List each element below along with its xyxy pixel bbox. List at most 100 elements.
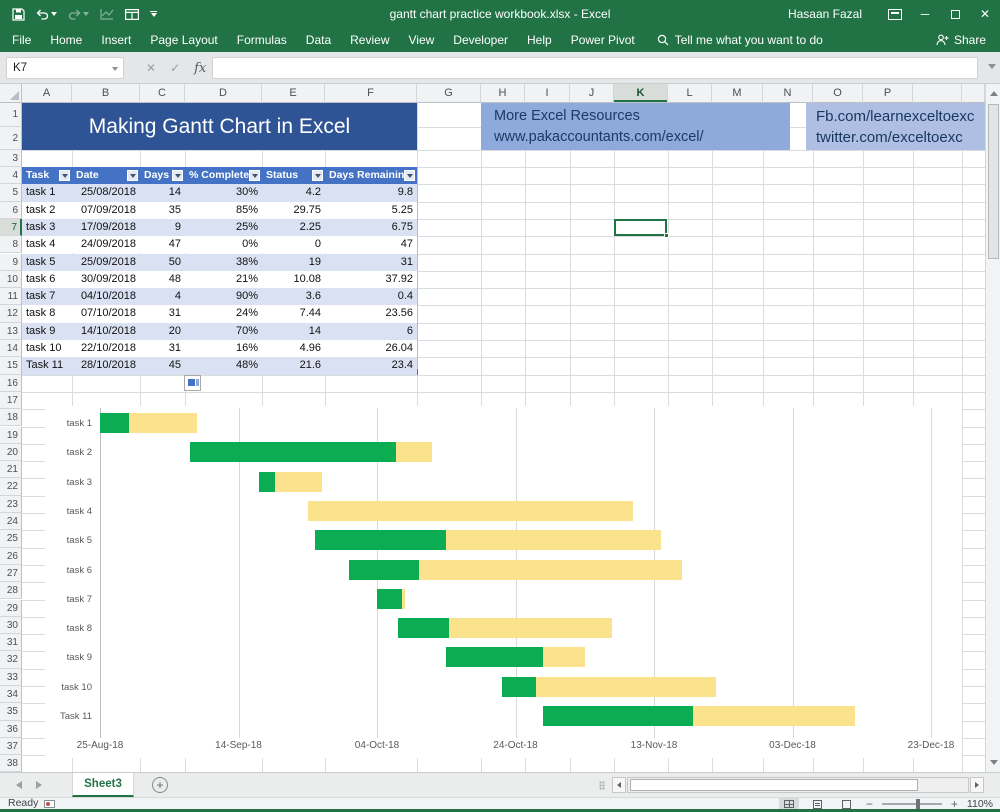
macro-record-icon[interactable] bbox=[44, 800, 55, 808]
table-cell[interactable]: 37.92 bbox=[325, 271, 417, 288]
row-header-35[interactable]: 35 bbox=[0, 703, 22, 720]
row-header-26[interactable]: 26 bbox=[0, 548, 22, 565]
sheet-nav-left-icon[interactable] bbox=[16, 781, 22, 789]
sheet-tab-sheet3[interactable]: Sheet3 bbox=[72, 773, 134, 797]
row-header-24[interactable]: 24 bbox=[0, 513, 22, 530]
gantt-bar-remaining[interactable] bbox=[446, 530, 661, 550]
formula-input[interactable] bbox=[212, 57, 978, 79]
tab-formulas[interactable]: Formulas bbox=[237, 33, 287, 47]
row-header-7[interactable]: 7 bbox=[0, 219, 22, 236]
table-cell[interactable]: 9 bbox=[140, 219, 185, 236]
row-header-19[interactable]: 19 bbox=[0, 427, 22, 444]
table-cell[interactable]: 14 bbox=[262, 323, 325, 340]
gantt-bar-remaining[interactable] bbox=[536, 677, 716, 697]
vertical-scroll-thumb[interactable] bbox=[988, 104, 999, 259]
gantt-bar-remaining[interactable] bbox=[396, 442, 432, 462]
row-header-2[interactable]: 2 bbox=[0, 127, 22, 150]
scrollbar-resize-dots[interactable] bbox=[599, 781, 605, 790]
row-header-9[interactable]: 9 bbox=[0, 254, 22, 271]
tab-view[interactable]: View bbox=[409, 33, 435, 47]
table-cell[interactable]: 21.6 bbox=[262, 357, 325, 374]
row-header-32[interactable]: 32 bbox=[0, 651, 22, 668]
row-header-30[interactable]: 30 bbox=[0, 617, 22, 634]
select-all-corner[interactable] bbox=[0, 84, 22, 103]
gantt-bar-complete[interactable] bbox=[543, 706, 693, 726]
facebook-link[interactable]: Fb.com/learnexceltoexc bbox=[816, 106, 985, 127]
table-cell[interactable]: 7.44 bbox=[262, 305, 325, 322]
zoom-slider-thumb[interactable] bbox=[916, 799, 920, 809]
tab-data[interactable]: Data bbox=[306, 33, 331, 47]
filter-dropdown-icon[interactable] bbox=[249, 170, 260, 181]
table-header-days[interactable]: Days bbox=[140, 167, 185, 184]
table-cell[interactable]: 85% bbox=[185, 202, 262, 219]
name-box-dropdown-icon[interactable] bbox=[112, 67, 118, 71]
table-cell[interactable]: 70% bbox=[185, 323, 262, 340]
table-cell[interactable]: 0 bbox=[262, 236, 325, 253]
tell-me-box[interactable]: Tell me what you want to do bbox=[657, 33, 823, 47]
insert-function-icon[interactable]: fx bbox=[194, 61, 206, 76]
row-header-27[interactable]: 27 bbox=[0, 565, 22, 582]
table-cell[interactable]: 47 bbox=[140, 236, 185, 253]
table-cell[interactable]: 30/09/2018 bbox=[72, 271, 140, 288]
table-cell[interactable]: 6 bbox=[325, 323, 417, 340]
row-header-1[interactable]: 1 bbox=[0, 103, 22, 127]
row-header-33[interactable]: 33 bbox=[0, 669, 22, 686]
row-header-38[interactable]: 38 bbox=[0, 755, 22, 772]
column-header-A[interactable]: A bbox=[22, 84, 72, 103]
resources-link[interactable]: www.pakaccountants.com/excel/ bbox=[494, 127, 790, 148]
gantt-bar-complete[interactable] bbox=[259, 472, 275, 492]
table-cell[interactable]: 47 bbox=[325, 236, 417, 253]
table-cell[interactable]: 50 bbox=[140, 254, 185, 271]
row-header-15[interactable]: 15 bbox=[0, 357, 22, 374]
table-cell[interactable]: 6.75 bbox=[325, 219, 417, 236]
row-header-13[interactable]: 13 bbox=[0, 323, 22, 340]
table-cell[interactable]: 23.4 bbox=[325, 357, 417, 374]
zoom-in-icon[interactable]: + bbox=[951, 799, 958, 809]
table-cell[interactable]: 07/10/2018 bbox=[72, 305, 140, 322]
save-icon[interactable] bbox=[12, 8, 25, 21]
table-cell[interactable]: 14/10/2018 bbox=[72, 323, 140, 340]
row-header-16[interactable]: 16 bbox=[0, 375, 22, 392]
row-header-22[interactable]: 22 bbox=[0, 478, 22, 495]
scroll-up-icon[interactable] bbox=[987, 86, 1000, 101]
tab-review[interactable]: Review bbox=[350, 33, 389, 47]
tab-file[interactable]: File bbox=[12, 33, 31, 47]
row-header-28[interactable]: 28 bbox=[0, 582, 22, 599]
tab-power-pivot[interactable]: Power Pivot bbox=[571, 33, 635, 47]
table-cell[interactable]: 25/08/2018 bbox=[72, 184, 140, 201]
gantt-chart[interactable]: 25-Aug-1814-Sep-1804-Oct-1824-Oct-1813-N… bbox=[45, 406, 962, 758]
table-cell[interactable]: 4.2 bbox=[262, 184, 325, 201]
column-header-P[interactable]: P bbox=[863, 84, 913, 103]
table-cell[interactable]: 2.25 bbox=[262, 219, 325, 236]
horizontal-scroll-thumb[interactable] bbox=[630, 779, 918, 791]
table-cell[interactable]: task 2 bbox=[22, 202, 72, 219]
column-header-M[interactable]: M bbox=[712, 84, 763, 103]
table-cell[interactable]: 17/09/2018 bbox=[72, 219, 140, 236]
table-cell[interactable]: 10.08 bbox=[262, 271, 325, 288]
form-tool-icon[interactable] bbox=[125, 9, 139, 20]
table-cell[interactable]: 48 bbox=[140, 271, 185, 288]
row-header-8[interactable]: 8 bbox=[0, 236, 22, 253]
table-cell[interactable]: task 8 bbox=[22, 305, 72, 322]
vertical-scrollbar[interactable] bbox=[985, 84, 1000, 772]
active-cell-selection[interactable] bbox=[614, 219, 667, 236]
table-cell[interactable]: 90% bbox=[185, 288, 262, 305]
table-cell[interactable]: 14 bbox=[140, 184, 185, 201]
horizontal-scrollbar[interactable] bbox=[627, 777, 969, 793]
table-cell[interactable]: task 10 bbox=[22, 340, 72, 357]
row-header-29[interactable]: 29 bbox=[0, 600, 22, 617]
table-header-task[interactable]: Task bbox=[22, 167, 72, 184]
table-header-date[interactable]: Date bbox=[72, 167, 140, 184]
column-header-C[interactable]: C bbox=[140, 84, 185, 103]
user-name[interactable]: Hasaan Fazal bbox=[788, 7, 862, 21]
row-header-12[interactable]: 12 bbox=[0, 305, 22, 322]
row-header-3[interactable]: 3 bbox=[0, 150, 22, 168]
name-box[interactable]: K7 bbox=[6, 57, 124, 79]
table-cell[interactable]: 16% bbox=[185, 340, 262, 357]
table-cell[interactable]: 35 bbox=[140, 202, 185, 219]
table-cell[interactable]: task 7 bbox=[22, 288, 72, 305]
row-header-34[interactable]: 34 bbox=[0, 686, 22, 703]
table-cell[interactable]: 19 bbox=[262, 254, 325, 271]
hscroll-left-icon[interactable] bbox=[612, 777, 626, 793]
row-header-23[interactable]: 23 bbox=[0, 496, 22, 513]
